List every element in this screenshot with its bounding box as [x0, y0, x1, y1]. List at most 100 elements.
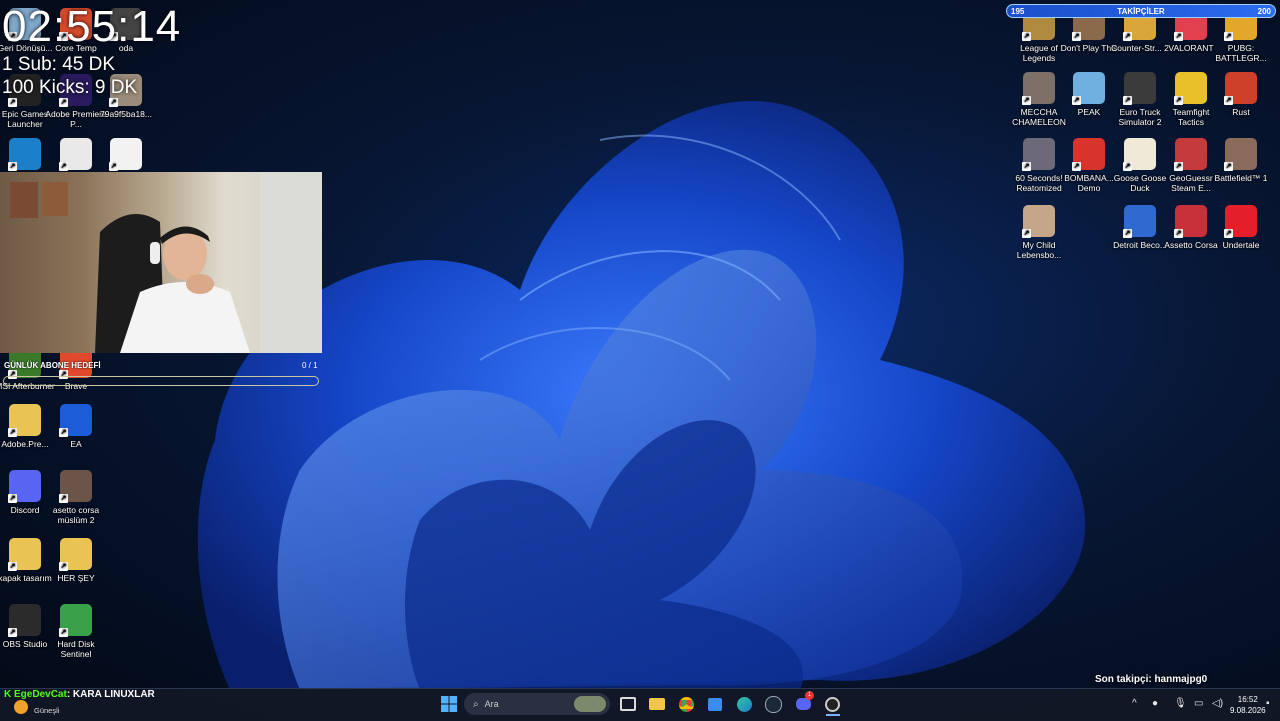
taskbar-clock[interactable]: 16:52 9.08.2026 [1230, 694, 1266, 716]
desktop-icon-label: My Child Lebensbo... [1016, 240, 1062, 260]
ggd-icon: ↗ [1123, 138, 1156, 171]
shortcut-arrow-icon: ↗ [1224, 162, 1233, 171]
start-button[interactable] [438, 693, 460, 715]
taskbar-time: 16:52 [1237, 695, 1258, 704]
obs-like-icon: ↗ [59, 138, 92, 171]
follower-goal-bar: 195 TAKİPÇİLER 200 [1006, 4, 1276, 18]
last-follower-text: Son takipçi: hanmajpg0 [1095, 674, 1208, 685]
obs-button[interactable] [821, 693, 843, 715]
tray-app-icon[interactable]: ● [1152, 698, 1158, 709]
weather-sun-icon[interactable] [14, 700, 28, 714]
desktop-icon-label: PUBG: BATTLEGR... [1215, 43, 1267, 63]
folder-icon: ↗ [8, 538, 41, 571]
desktop-icon[interactable]: ↗ asetto corsa müslüm 2 [45, 470, 107, 525]
edge-icon: ↗ [8, 138, 41, 171]
chrome-button[interactable] [675, 693, 697, 715]
game-icon: ↗ [1022, 138, 1055, 171]
desktop-icon[interactable]: ↗ Hard Disk Sentinel [45, 604, 107, 659]
bf1-icon: ↗ [1224, 138, 1257, 171]
desktop-icon-label: 79a9f5ba18... [100, 109, 152, 119]
image-file-icon: ↗ [59, 470, 92, 503]
stream-timer: 02:55:14 [2, 2, 182, 51]
tray-overflow-icon[interactable]: ^ [1132, 698, 1137, 709]
obs-icon [824, 696, 840, 712]
kicks-goal-text: 100 Kicks: 9 DK [2, 77, 138, 98]
shortcut-arrow-icon: ↗ [1072, 162, 1081, 171]
active-app-indicator [826, 714, 840, 716]
follower-current: 195 [1011, 6, 1025, 16]
microphone-icon[interactable]: 🎙 [1174, 698, 1187, 709]
discord-notification-badge: 1 [805, 691, 814, 700]
chat-username: EgeDevCat [14, 689, 67, 700]
tft-icon: ↗ [1174, 72, 1207, 105]
shortcut-arrow-icon: ↗ [59, 428, 68, 437]
folder-icon: ↗ [59, 538, 92, 571]
shortcut-arrow-icon: ↗ [1022, 162, 1031, 171]
taskbar [0, 688, 1280, 721]
discord-icon: ↗ [8, 470, 41, 503]
shortcut-arrow-icon: ↗ [1072, 32, 1081, 41]
windows-logo-icon [441, 696, 457, 712]
shortcut-arrow-icon: ↗ [8, 162, 17, 171]
chat-platform-icon: K [4, 689, 12, 700]
geoguessr-icon: ↗ [1174, 138, 1207, 171]
volume-icon[interactable]: ◁) [1212, 698, 1223, 709]
shortcut-arrow-icon: ↗ [1072, 96, 1081, 105]
peak-icon: ↗ [1072, 72, 1105, 105]
shortcut-arrow-icon: ↗ [1022, 32, 1031, 41]
desktop-icon[interactable]: ↗ Battlefield™ 1 [1210, 138, 1272, 183]
shortcut-arrow-icon: ↗ [59, 562, 68, 571]
desktop-icon-label: Undertale [1222, 240, 1260, 250]
task-view-icon [620, 697, 636, 711]
file-icon: ↗ [109, 138, 142, 171]
search-placeholder: Ara [484, 699, 499, 709]
game-icon: ↗ [1022, 72, 1055, 105]
daily-sub-goal-label: GÜNLÜK ABONE HEDEFİ [4, 361, 101, 370]
chat-message: : KARA LINUXLAR [66, 689, 155, 700]
shortcut-arrow-icon: ↗ [8, 628, 17, 637]
task-view-button[interactable] [617, 693, 639, 715]
stream-chat-line: K EgeDevCat: KARA LINUXLAR [4, 689, 155, 700]
shortcut-arrow-icon: ↗ [8, 98, 17, 107]
edge-button[interactable] [733, 693, 755, 715]
desktop-icon[interactable]: ↗ Rust [1210, 72, 1272, 117]
desktop-icon-label: Battlefield™ 1 [1214, 173, 1268, 183]
rust-icon: ↗ [1224, 72, 1257, 105]
game-icon: ↗ [1022, 205, 1055, 238]
desktop-icon[interactable]: ↗ My Child Lebensbo... [1008, 205, 1070, 260]
shortcut-arrow-icon: ↗ [1123, 96, 1132, 105]
notification-icon[interactable]: ▪ [1266, 698, 1270, 709]
desktop-icon-label: HER ŞEY [57, 573, 95, 583]
file-explorer-button[interactable] [646, 693, 668, 715]
shortcut-arrow-icon: ↗ [59, 494, 68, 503]
taskbar-search[interactable]: ⌕ Ara [464, 693, 610, 715]
ets2-icon: ↗ [1123, 72, 1156, 105]
steam-icon [764, 695, 782, 713]
weather-widget[interactable]: Güneşli [34, 706, 59, 715]
desktop-icon-label: EA [70, 439, 82, 449]
shortcut-arrow-icon: ↗ [1123, 162, 1132, 171]
desktop-icon[interactable]: ↗ HER ŞEY [45, 538, 107, 583]
search-highlight-icon [574, 696, 606, 712]
desktop-icon[interactable]: ↗ EA [45, 404, 107, 449]
network-icon[interactable]: ▭ [1194, 698, 1203, 709]
store-button[interactable] [704, 693, 726, 715]
follower-target: 200 [1257, 6, 1271, 16]
taskbar-date: 9.08.2026 [1230, 706, 1266, 715]
daily-sub-goal-count: 0 / 1 [302, 361, 318, 370]
store-icon [708, 697, 722, 711]
follower-goal-title: TAKİPÇİLER [1117, 6, 1165, 16]
desktop-icon[interactable]: ↗ Undertale [1210, 205, 1272, 250]
shortcut-arrow-icon: ↗ [1224, 96, 1233, 105]
shortcut-arrow-icon: ↗ [1022, 229, 1031, 238]
desktop-icon[interactable]: ↗ [95, 138, 157, 173]
desktop-icon-label: Hard Disk Sentinel [57, 639, 95, 659]
assetto-corsa-icon: ↗ [1174, 205, 1207, 238]
shortcut-arrow-icon: ↗ [1123, 32, 1132, 41]
chrome-icon [678, 696, 694, 712]
shortcut-arrow-icon: ↗ [59, 628, 68, 637]
discord-button[interactable]: 1 [792, 691, 814, 715]
shortcut-arrow-icon: ↗ [1174, 32, 1183, 41]
game-icon: ↗ [1072, 138, 1105, 171]
steam-button[interactable] [762, 693, 784, 715]
